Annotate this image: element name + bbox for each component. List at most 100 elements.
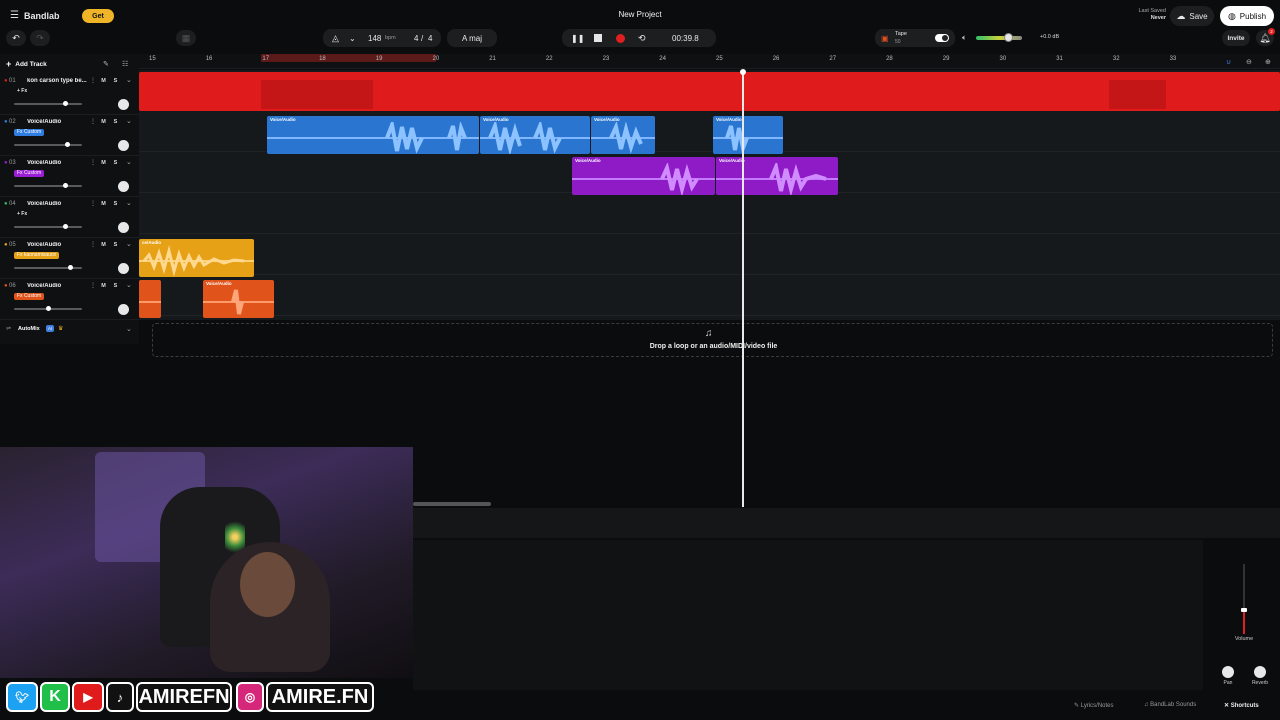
track-volume-knob[interactable] xyxy=(46,306,51,311)
chevron-down-icon[interactable]: ⌄ xyxy=(126,281,132,289)
shortcuts-button[interactable]: ✕ Shortcuts xyxy=(1224,702,1259,709)
track-header[interactable]: ● 05 Voice/Audio ⋮ M S ⌄ Fx kaonamisauce xyxy=(0,238,139,279)
solo-button[interactable]: S xyxy=(111,200,120,208)
get-membership-button[interactable]: Get xyxy=(82,9,114,23)
track-header[interactable]: ● 02 Voice/Audio ⋮ M S ⌄ Fx Custom xyxy=(0,115,139,156)
pan-knob[interactable] xyxy=(118,263,129,274)
track-volume-slider[interactable] xyxy=(14,265,82,270)
add-track-button[interactable]: + Add Track xyxy=(6,58,58,70)
playhead[interactable] xyxy=(742,70,744,507)
track-name[interactable]: Voice/Audio xyxy=(27,242,97,248)
audio-region[interactable]: Voice/Audio xyxy=(591,116,655,154)
fx-tag[interactable]: Fx Custom xyxy=(14,170,45,177)
audio-region[interactable]: Voice/Audio xyxy=(203,280,274,318)
track-volume-slider[interactable] xyxy=(14,101,82,106)
master-volume-slider[interactable] xyxy=(976,33,1022,42)
project-title[interactable]: New Project xyxy=(580,10,700,19)
zoom-out-icon[interactable]: ⊖ xyxy=(1246,58,1252,66)
mute-button[interactable]: M xyxy=(99,77,108,85)
lane-3[interactable]: Voice/Audio Voice/Audio xyxy=(139,152,1280,195)
pan-knob[interactable] xyxy=(118,181,129,192)
loop-region[interactable] xyxy=(261,54,436,62)
key-selector[interactable]: A maj xyxy=(447,29,497,47)
redo-button[interactable]: ↷ xyxy=(30,30,50,46)
chevron-down-icon[interactable]: ⌄ xyxy=(126,158,132,166)
playhead-handle[interactable] xyxy=(740,69,746,75)
more-icon[interactable]: ⋮ xyxy=(90,77,96,84)
app-logo[interactable]: Bandlab xyxy=(24,11,60,21)
track-volume-knob[interactable] xyxy=(63,224,68,229)
fx-tag[interactable]: Fx Custom xyxy=(14,293,45,300)
lane-6[interactable]: Voice/Audio xyxy=(139,275,1280,318)
track-name[interactable]: Voice/Audio xyxy=(27,201,97,207)
track-name[interactable]: Voice/Audio xyxy=(27,160,97,166)
audio-region[interactable]: Voice/Audio xyxy=(713,116,783,154)
record-icon[interactable] xyxy=(616,33,625,43)
drop-zone[interactable]: ♫ Drop a loop or an audio/MIDI/video fil… xyxy=(152,323,1273,357)
solo-button[interactable]: S xyxy=(111,159,120,167)
tempo-value[interactable]: 148 xyxy=(368,34,381,43)
arrangement-lanes[interactable]: Voice/Audio Voice/Audio Voice/Audio Voic… xyxy=(139,70,1280,320)
undo-button[interactable]: ↶ xyxy=(6,30,26,46)
timeline-ruler[interactable]: 15 16 17 18 19 20 21 22 23 24 25 26 27 28 29 30 31 32 33 ∪… xyxy=(139,54,1280,69)
solo-button[interactable]: S xyxy=(111,118,120,126)
pan-knob[interactable] xyxy=(1222,666,1234,678)
save-button[interactable]: ☁ Save xyxy=(1170,6,1214,26)
mute-button[interactable]: M xyxy=(99,118,108,126)
track-header[interactable]: ● 01 kon carson type be... ⋮ M S ⌄ + Fx xyxy=(0,74,139,115)
more-icon[interactable]: ⋮ xyxy=(90,200,96,207)
volume-fader-track[interactable] xyxy=(1241,564,1247,634)
fx-tag[interactable]: + Fx xyxy=(14,211,30,218)
lane-2[interactable]: Voice/Audio Voice/Audio Voice/Audio Voic… xyxy=(139,111,1280,154)
audio-region[interactable]: Voice/Audio xyxy=(572,157,715,195)
track-volume-knob[interactable] xyxy=(63,183,68,188)
solo-button[interactable]: S xyxy=(111,241,120,249)
audio-region[interactable]: ce/Audio xyxy=(139,239,254,277)
fx-tag[interactable]: Fx kaonamisauce xyxy=(14,252,60,259)
stop-icon[interactable] xyxy=(594,34,602,42)
track-volume-knob[interactable] xyxy=(68,265,74,270)
audio-region[interactable] xyxy=(139,280,161,318)
track-volume-knob[interactable] xyxy=(65,142,71,147)
pan-knob[interactable] xyxy=(118,222,129,233)
loop-icon[interactable]: ⟲ xyxy=(638,33,646,44)
automix-row[interactable]: ⇌ AutoMix AI ♛ ⌄ xyxy=(0,322,139,338)
lane-4[interactable] xyxy=(139,193,1280,234)
reverb-knob[interactable] xyxy=(1254,666,1266,678)
lane-1[interactable] xyxy=(139,70,1280,111)
volume-fader-thumb[interactable] xyxy=(1241,608,1247,612)
audio-region[interactable]: Voice/Audio xyxy=(267,116,479,154)
mute-button[interactable]: M xyxy=(99,282,108,290)
chevron-down-icon[interactable]: ⌄ xyxy=(126,240,132,248)
speaker-icon[interactable]: 🔈︎ xyxy=(962,33,967,43)
more-icon[interactable]: ⋮ xyxy=(90,159,96,166)
mute-button[interactable]: M xyxy=(99,200,108,208)
track-volume-slider[interactable] xyxy=(14,142,82,147)
zoom-in-icon[interactable]: ⊕ xyxy=(1265,58,1271,66)
track-volume-slider[interactable] xyxy=(14,183,82,188)
track-volume-slider[interactable] xyxy=(14,306,82,311)
audio-region[interactable]: Voice/Audio xyxy=(716,157,838,195)
chevron-down-icon[interactable]: ⌄ xyxy=(349,34,356,43)
pan-knob[interactable] xyxy=(118,140,129,151)
invite-button[interactable]: Invite xyxy=(1222,30,1250,46)
time-sig-denominator[interactable]: 4 xyxy=(428,34,432,43)
solo-button[interactable]: S xyxy=(111,77,120,85)
more-icon[interactable]: ⋮ xyxy=(90,241,96,248)
pan-knob[interactable] xyxy=(118,99,129,110)
master-volume-knob[interactable] xyxy=(1004,33,1013,42)
settings-icon[interactable]: ☷ xyxy=(122,60,128,68)
menu-icon[interactable]: ☰ xyxy=(10,10,19,21)
tape-toggle[interactable] xyxy=(935,34,949,42)
fx-tag[interactable]: + Fx xyxy=(14,88,30,95)
chevron-down-icon[interactable]: ⌄ xyxy=(126,76,132,84)
track-name[interactable]: Voice/Audio xyxy=(27,283,97,289)
track-volume-slider[interactable] xyxy=(14,224,82,229)
grid-button[interactable]: ▦ xyxy=(176,30,196,46)
chevron-down-icon[interactable]: ⌄ xyxy=(126,199,132,207)
lyrics-notes-button[interactable]: ✎ Lyrics/Notes xyxy=(1074,702,1114,709)
time-sig-numerator[interactable]: 4 xyxy=(414,34,418,43)
more-icon[interactable]: ⋮ xyxy=(90,118,96,125)
solo-button[interactable]: S xyxy=(111,282,120,290)
pan-knob[interactable] xyxy=(118,304,129,315)
